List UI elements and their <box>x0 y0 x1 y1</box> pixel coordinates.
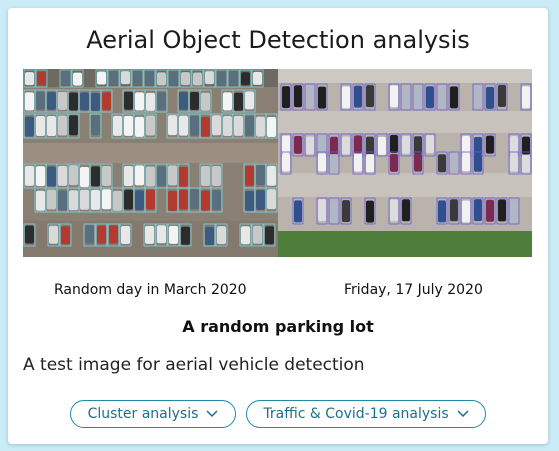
image-caption-march: Random day in March 2020 <box>54 282 247 298</box>
analysis-card: Aerial Object Detection analysis Random … <box>8 8 548 444</box>
traffic-covid-analysis-button[interactable]: Traffic & Covid-19 analysis <box>246 400 486 428</box>
aerial-image-march <box>23 69 278 257</box>
detection-image-strip <box>23 69 532 257</box>
cluster-analysis-label: Cluster analysis <box>87 406 199 422</box>
analysis-button-row: Cluster analysis Traffic & Covid-19 anal… <box>70 400 486 428</box>
aerial-image-july <box>278 69 532 257</box>
card-description: A test image for aerial vehicle detectio… <box>23 355 365 375</box>
cluster-analysis-button[interactable]: Cluster analysis <box>70 400 236 428</box>
card-subtitle: A random parking lot <box>182 317 374 336</box>
card-title: Aerial Object Detection analysis <box>86 26 470 54</box>
image-caption-july: Friday, 17 July 2020 <box>344 282 483 298</box>
chevron-down-icon <box>457 410 469 418</box>
chevron-down-icon <box>206 410 218 418</box>
traffic-covid-analysis-label: Traffic & Covid-19 analysis <box>263 406 449 422</box>
